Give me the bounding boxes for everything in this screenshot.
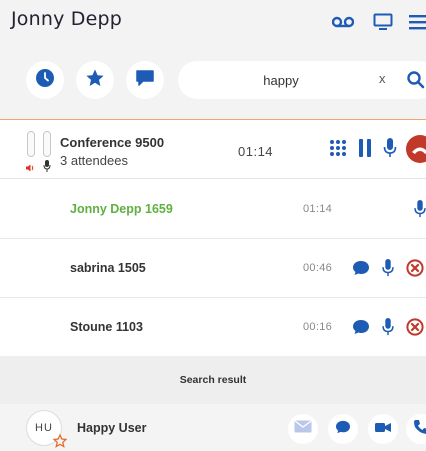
chat-icon — [335, 420, 351, 439]
conference-call-row[interactable]: Conference 9500 3 attendees 01:14 — [0, 121, 426, 179]
hangup-button[interactable] — [406, 135, 426, 168]
avatar-initials: HU — [35, 422, 53, 434]
search-input[interactable] — [196, 69, 366, 91]
chat-button[interactable] — [328, 414, 358, 444]
microphone-icon[interactable] — [411, 200, 426, 218]
chat-button[interactable] — [126, 61, 164, 99]
search-icon[interactable] — [406, 70, 426, 90]
participant-row[interactable]: sabrina 1505 00:46 — [0, 239, 426, 298]
mic-level-meter — [43, 131, 51, 157]
history-clock-icon — [35, 68, 55, 93]
phone-icon — [413, 419, 426, 440]
participant-time: 01:14 — [303, 203, 333, 215]
history-button[interactable] — [26, 61, 64, 99]
microphone-icon[interactable] — [383, 138, 397, 163]
toolbar: x — [0, 44, 426, 120]
favorites-button[interactable] — [76, 61, 114, 99]
favorites-star-icon — [85, 68, 105, 93]
participant-time: 00:16 — [303, 321, 333, 333]
envelope-icon — [294, 420, 312, 438]
contact-name: Happy User — [77, 421, 147, 435]
email-button[interactable] — [288, 414, 318, 444]
favorite-star-icon — [52, 433, 68, 448]
participant-name: sabrina 1505 — [70, 261, 146, 275]
attendee-count: 3 attendees — [60, 153, 128, 168]
remove-participant-icon[interactable] — [406, 318, 424, 336]
chat-bubble-icon — [135, 69, 155, 92]
phone-call-button[interactable] — [406, 414, 426, 444]
search-result-header: Search result — [0, 356, 426, 404]
dialpad-icon[interactable] — [329, 139, 347, 162]
video-camera-icon — [375, 420, 391, 438]
microphone-icon[interactable] — [379, 259, 397, 277]
chat-icon[interactable] — [352, 318, 370, 336]
pause-icon[interactable] — [359, 139, 371, 162]
participant-row[interactable]: Jonny Depp 1659 01:14 — [0, 180, 426, 239]
participant-row[interactable]: Stoune 1103 00:16 — [0, 298, 426, 357]
participant-time: 00:46 — [303, 262, 333, 274]
conference-duration: 01:14 — [238, 144, 274, 159]
microphone-small-icon — [43, 159, 51, 177]
hamburger-menu-icon[interactable] — [407, 12, 426, 32]
speaker-volume-icon — [25, 160, 35, 178]
monitor-icon[interactable] — [372, 12, 394, 32]
app-header: Jonny Depp — [0, 0, 426, 44]
conference-title: Conference 9500 — [60, 135, 165, 150]
contact-row[interactable]: HU Happy User — [0, 404, 426, 451]
search-box: x — [178, 61, 426, 99]
video-call-button[interactable] — [368, 414, 398, 444]
section-title: Search result — [179, 374, 247, 386]
speaker-level-meter — [27, 131, 35, 157]
remove-participant-icon[interactable] — [406, 259, 424, 277]
chat-icon[interactable] — [352, 259, 370, 277]
participant-name: Stoune 1103 — [70, 320, 143, 334]
clear-search-button[interactable]: x — [379, 71, 386, 86]
voicemail-icon[interactable] — [332, 12, 354, 32]
microphone-icon[interactable] — [379, 318, 397, 336]
current-user-name: Jonny Depp — [11, 8, 123, 30]
participant-name: Jonny Depp 1659 — [70, 202, 173, 216]
